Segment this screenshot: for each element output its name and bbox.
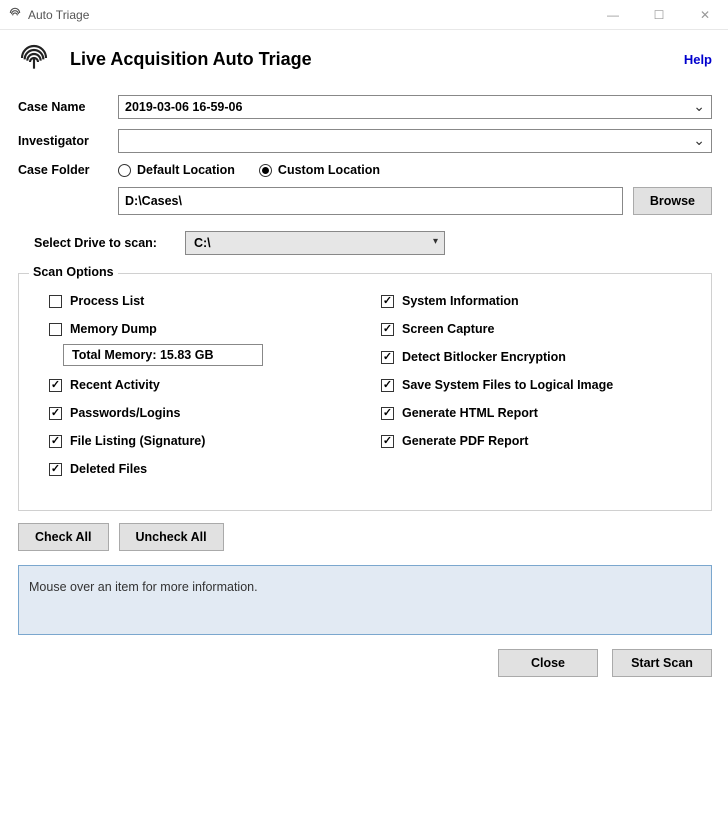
checkbox-icon bbox=[381, 351, 394, 364]
case-name-label: Case Name bbox=[18, 100, 118, 114]
browse-button[interactable]: Browse bbox=[633, 187, 712, 215]
check-label: Memory Dump bbox=[70, 322, 157, 336]
check-label: Generate HTML Report bbox=[402, 406, 538, 420]
checkbox-icon bbox=[49, 379, 62, 392]
case-name-value: 2019-03-06 16-59-06 bbox=[125, 100, 242, 114]
info-box: Mouse over an item for more information. bbox=[18, 565, 712, 635]
scan-options-fieldset: Scan Options Process List Memory Dump To… bbox=[18, 273, 712, 511]
radio-custom-label: Custom Location bbox=[278, 163, 380, 177]
help-link[interactable]: Help bbox=[684, 52, 712, 67]
radio-default-label: Default Location bbox=[137, 163, 235, 177]
check-passwords-logins[interactable]: Passwords/Logins bbox=[49, 406, 365, 420]
check-pdf-report[interactable]: Generate PDF Report bbox=[381, 434, 697, 448]
checkbox-icon bbox=[49, 407, 62, 420]
checkbox-icon bbox=[49, 295, 62, 308]
check-memory-dump[interactable]: Memory Dump bbox=[49, 322, 365, 336]
drive-select[interactable]: C:\ bbox=[185, 231, 445, 255]
check-label: Save System Files to Logical Image bbox=[402, 378, 613, 392]
close-button[interactable]: Close bbox=[498, 649, 598, 677]
check-label: File Listing (Signature) bbox=[70, 434, 205, 448]
drive-label: Select Drive to scan: bbox=[34, 236, 157, 250]
check-deleted-files[interactable]: Deleted Files bbox=[49, 462, 365, 476]
check-label: Passwords/Logins bbox=[70, 406, 180, 420]
checkbox-icon bbox=[49, 323, 62, 336]
check-recent-activity[interactable]: Recent Activity bbox=[49, 378, 365, 392]
maximize-button[interactable]: ☐ bbox=[636, 0, 682, 30]
check-process-list[interactable]: Process List bbox=[49, 294, 365, 308]
uncheck-all-button[interactable]: Uncheck All bbox=[119, 523, 224, 551]
close-window-button[interactable]: ✕ bbox=[682, 0, 728, 30]
check-file-listing[interactable]: File Listing (Signature) bbox=[49, 434, 365, 448]
checkbox-icon bbox=[381, 379, 394, 392]
drive-value: C:\ bbox=[194, 236, 211, 250]
case-folder-label: Case Folder bbox=[18, 163, 118, 177]
check-all-button[interactable]: Check All bbox=[18, 523, 109, 551]
scan-options-legend: Scan Options bbox=[29, 265, 118, 279]
case-name-input[interactable]: 2019-03-06 16-59-06 bbox=[118, 95, 712, 119]
check-label: Process List bbox=[70, 294, 144, 308]
check-system-info[interactable]: System Information bbox=[381, 294, 697, 308]
page-title: Live Acquisition Auto Triage bbox=[70, 49, 312, 70]
window-titlebar: Auto Triage — ☐ ✕ bbox=[0, 0, 728, 30]
app-icon bbox=[8, 6, 22, 23]
radio-icon bbox=[259, 164, 272, 177]
checkbox-icon bbox=[381, 407, 394, 420]
checkbox-icon bbox=[381, 295, 394, 308]
check-bitlocker[interactable]: Detect Bitlocker Encryption bbox=[381, 350, 697, 364]
check-screen-capture[interactable]: Screen Capture bbox=[381, 322, 697, 336]
window-title: Auto Triage bbox=[28, 8, 89, 22]
memory-info: Total Memory: 15.83 GB bbox=[63, 344, 263, 366]
check-label: Screen Capture bbox=[402, 322, 494, 336]
case-folder-path-input[interactable]: D:\Cases\ bbox=[118, 187, 623, 215]
check-label: System Information bbox=[402, 294, 519, 308]
check-html-report[interactable]: Generate HTML Report bbox=[381, 406, 697, 420]
check-label: Recent Activity bbox=[70, 378, 160, 392]
radio-icon bbox=[118, 164, 131, 177]
check-label: Detect Bitlocker Encryption bbox=[402, 350, 566, 364]
radio-custom-location[interactable]: Custom Location bbox=[259, 163, 380, 177]
checkbox-icon bbox=[381, 435, 394, 448]
check-save-system-files[interactable]: Save System Files to Logical Image bbox=[381, 378, 697, 392]
investigator-input[interactable] bbox=[118, 129, 712, 153]
check-label: Generate PDF Report bbox=[402, 434, 528, 448]
check-label: Deleted Files bbox=[70, 462, 147, 476]
checkbox-icon bbox=[381, 323, 394, 336]
start-scan-button[interactable]: Start Scan bbox=[612, 649, 712, 677]
investigator-label: Investigator bbox=[18, 134, 118, 148]
case-folder-path-value: D:\Cases\ bbox=[125, 194, 182, 208]
checkbox-icon bbox=[49, 435, 62, 448]
minimize-button[interactable]: — bbox=[590, 0, 636, 30]
checkbox-icon bbox=[49, 463, 62, 476]
radio-default-location[interactable]: Default Location bbox=[118, 163, 235, 177]
fingerprint-icon bbox=[18, 42, 50, 77]
